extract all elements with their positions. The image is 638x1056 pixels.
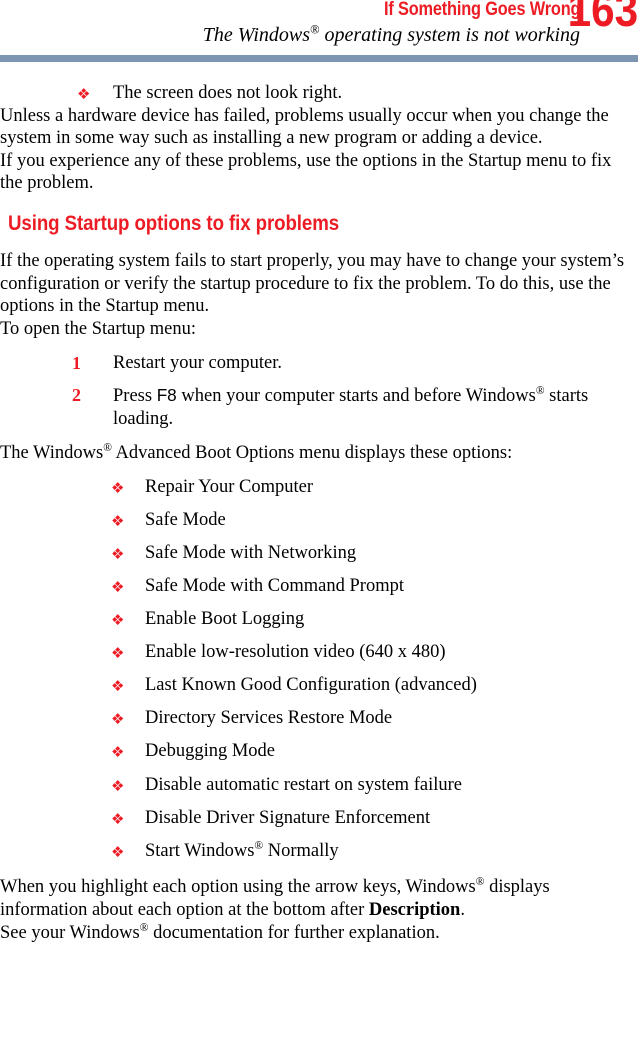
boot-option-item: ❖ Start Windows® Normally bbox=[111, 840, 634, 863]
diamond-bullet-icon: ❖ bbox=[111, 644, 125, 663]
closing-paragraph-2: See your Windows® documentation for furt… bbox=[0, 922, 638, 945]
boot-option-label: Safe Mode with Networking bbox=[145, 542, 357, 563]
running-subtitle-pre: The Windows bbox=[202, 24, 311, 46]
boot-option-label: Last Known Good Configuration (advanced) bbox=[145, 675, 477, 696]
boot-option-item: ❖ Safe Mode with Command Prompt bbox=[111, 575, 634, 598]
page-content: ❖ The screen does not look right. Unless… bbox=[0, 82, 638, 944]
diamond-bullet-icon: ❖ bbox=[111, 842, 125, 861]
boot-option-item: ❖ Directory Services Restore Mode bbox=[111, 707, 634, 730]
registered-mark-icon: ® bbox=[103, 441, 112, 454]
diamond-bullet-icon: ❖ bbox=[111, 710, 125, 729]
boot-option-label: Enable Boot Logging bbox=[145, 609, 305, 630]
boot-options-list: ❖ Repair Your Computer ❖ Safe Mode ❖ Saf… bbox=[0, 476, 638, 863]
running-head-title: If Something Goes Wrong bbox=[383, 0, 581, 20]
running-head-subtitle: The Windows® operating system is not wor… bbox=[203, 23, 580, 47]
page-header: 163 If Something Goes Wrong The Windows®… bbox=[0, 0, 638, 62]
boot-option-item: ❖ Last Known Good Configuration (advance… bbox=[111, 674, 634, 697]
boot-option-item: ❖ Enable low-resolution video (640 x 480… bbox=[111, 641, 634, 664]
diamond-bullet-icon: ❖ bbox=[111, 578, 125, 596]
diamond-bullet-icon: ❖ bbox=[77, 85, 91, 103]
manual-page: { "header": { "running_head": "If Someth… bbox=[0, 0, 638, 1056]
boot-option-label-post: Normally bbox=[263, 840, 339, 861]
closing-1-pre: When you highlight each option using the… bbox=[0, 877, 476, 898]
boot-option-label: Repair Your Computer bbox=[145, 476, 314, 497]
intro-paragraph-1: Unless a hardware device has failed, pro… bbox=[0, 105, 609, 149]
menu-intro-pre: The Windows bbox=[0, 443, 104, 464]
intro-paragraph-2: If you experience any of these problems,… bbox=[0, 150, 612, 194]
section-paragraph-2: To open the Startup menu: bbox=[0, 318, 197, 339]
closing-paragraph-1: When you highlight each option using the… bbox=[0, 876, 638, 921]
boot-option-item: ❖ Safe Mode bbox=[111, 509, 634, 532]
registered-mark-icon: ® bbox=[535, 384, 545, 397]
step-2-text-pre: Press bbox=[113, 385, 157, 406]
closing-2-pre: See your Windows bbox=[0, 922, 140, 943]
step-2-text-mid: when your computer starts and before Win… bbox=[176, 385, 536, 406]
boot-option-label: Safe Mode with Command Prompt bbox=[145, 576, 404, 596]
description-label: Description bbox=[368, 899, 461, 920]
diamond-bullet-icon: ❖ bbox=[111, 677, 125, 696]
boot-option-item: ❖ Safe Mode with Networking bbox=[111, 542, 634, 565]
boot-option-item: ❖ Debugging Mode bbox=[111, 740, 634, 763]
boot-option-label: Enable low-resolution video (640 x 480) bbox=[145, 642, 446, 663]
diamond-bullet-icon: ❖ bbox=[111, 743, 125, 762]
boot-option-label-pre: Start Windows bbox=[145, 840, 255, 861]
menu-intro-post: Advanced Boot Options menu displays thes… bbox=[111, 443, 513, 464]
section-paragraph-1: If the operating system fails to start p… bbox=[0, 250, 625, 317]
section-heading: Using Startup options to fix problems bbox=[8, 211, 340, 235]
boot-option-item: ❖ Repair Your Computer bbox=[111, 476, 634, 499]
running-subtitle-post: operating system is not working bbox=[319, 24, 580, 46]
step-number-2: 2 bbox=[72, 384, 81, 405]
closing-1-post: . bbox=[460, 899, 465, 920]
step-text-1: Restart your computer. bbox=[113, 353, 283, 374]
step-text-2: Press F8 when your computer starts and b… bbox=[113, 384, 588, 429]
registered-mark-icon: ® bbox=[254, 839, 264, 852]
symptom-bullet-item: ❖ The screen does not look right. bbox=[77, 82, 634, 105]
boot-option-label: Start Windows® Normally bbox=[145, 839, 339, 861]
boot-option-label: Debugging Mode bbox=[145, 741, 275, 762]
diamond-bullet-icon: ❖ bbox=[111, 511, 125, 530]
step-item-1: 1 Restart your computer. bbox=[72, 352, 634, 375]
boot-option-item: ❖ Disable Driver Signature Enforcement bbox=[111, 807, 634, 830]
header-divider-rule bbox=[0, 55, 638, 62]
boot-option-item: ❖ Enable Boot Logging bbox=[111, 608, 634, 631]
boot-option-label: Safe Mode bbox=[145, 509, 226, 530]
boot-option-label: Disable automatic restart on system fail… bbox=[145, 774, 462, 795]
step-item-2: 2 Press F8 when your computer starts and… bbox=[72, 384, 634, 430]
closing-2-post: documentation for further explanation. bbox=[148, 922, 440, 943]
boot-option-label: Disable Driver Signature Enforcement bbox=[145, 807, 431, 828]
diamond-bullet-icon: ❖ bbox=[111, 611, 125, 630]
key-name-f8: F8 bbox=[156, 384, 177, 405]
diamond-bullet-icon: ❖ bbox=[111, 544, 125, 563]
diamond-bullet-icon: ❖ bbox=[111, 776, 125, 795]
step-number-1: 1 bbox=[72, 353, 81, 374]
symptom-bullet-label: The screen does not look right. bbox=[113, 83, 343, 103]
boot-option-label: Directory Services Restore Mode bbox=[145, 708, 393, 729]
boot-option-item: ❖ Disable automatic restart on system fa… bbox=[111, 774, 634, 797]
diamond-bullet-icon: ❖ bbox=[111, 809, 125, 828]
diamond-bullet-icon: ❖ bbox=[111, 478, 125, 497]
menu-intro-paragraph: The Windows® Advanced Boot Options menu … bbox=[0, 442, 638, 465]
